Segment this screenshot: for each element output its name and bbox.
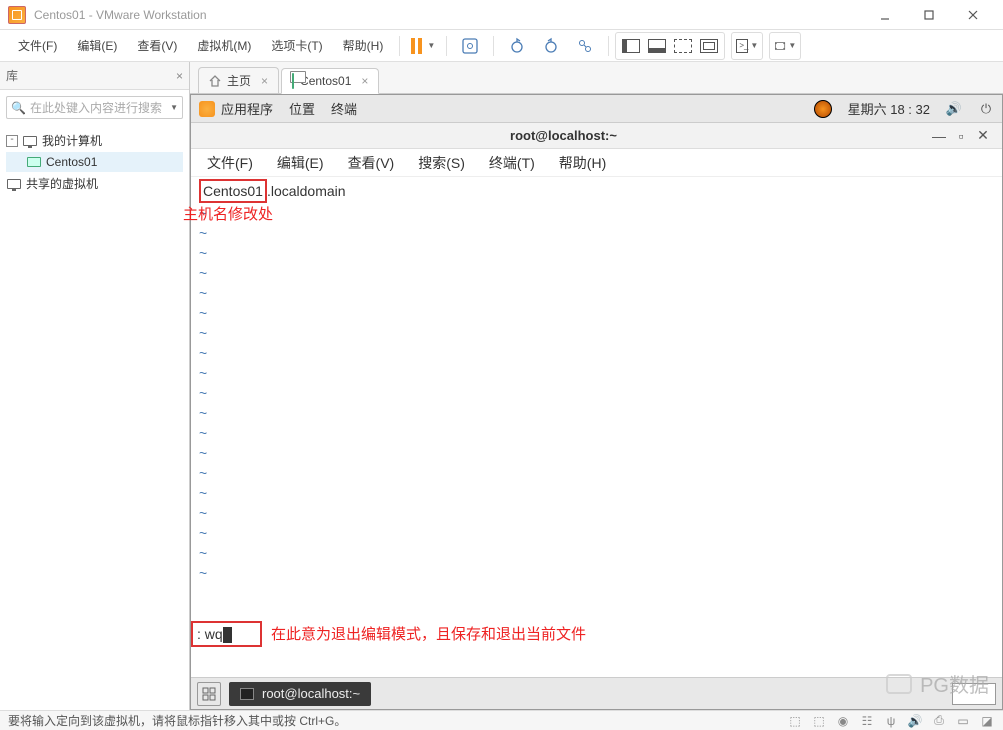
terminal-task-icon: [240, 688, 254, 700]
minimize-button[interactable]: [863, 0, 907, 30]
layout-bottom-icon[interactable]: [646, 35, 668, 57]
term-menu-file[interactable]: 文件(F): [195, 150, 265, 176]
tab-home-close-icon[interactable]: ×: [261, 74, 268, 88]
input-language-indicator[interactable]: [952, 683, 996, 705]
status-sound-icon[interactable]: 🔊: [907, 714, 923, 728]
tab-home[interactable]: 主页 ×: [198, 67, 279, 93]
monitor-icon: [22, 134, 38, 148]
volume-icon[interactable]: 🔊: [946, 101, 962, 117]
tree-vm-centos01[interactable]: Centos01: [6, 152, 183, 172]
snapshot-manager-icon[interactable]: [574, 35, 596, 57]
search-placeholder: 在此处键入内容进行搜索: [30, 99, 162, 116]
gnome-taskbar: root@localhost:~: [191, 677, 1002, 709]
status-message-icon[interactable]: ◪: [979, 714, 995, 728]
fullscreen-icon[interactable]: ▼: [774, 35, 796, 57]
tree-label-my-computer: 我的计算机: [42, 132, 102, 149]
hostname-rest: .localdomain: [267, 183, 346, 199]
terminal-maximize-button[interactable]: ▫: [950, 125, 972, 147]
panel-terminal[interactable]: 终端: [331, 99, 357, 118]
terminal-close-button[interactable]: ✕: [972, 125, 994, 147]
revert-snapshot-icon[interactable]: [540, 35, 562, 57]
terminal-minimize-button[interactable]: —: [928, 125, 950, 147]
term-menu-help[interactable]: 帮助(H): [547, 150, 618, 176]
window-title: Centos01 - VMware Workstation: [34, 8, 863, 22]
vm-icon: [292, 74, 294, 88]
layout-unity-icon[interactable]: [698, 35, 720, 57]
tab-vm[interactable]: Centos01 ×: [281, 68, 379, 94]
search-icon: 🔍: [11, 101, 26, 115]
maximize-button[interactable]: [907, 0, 951, 30]
library-header: 库 ×: [0, 62, 189, 90]
applications-icon: [199, 101, 215, 117]
layout-stretch-icon[interactable]: [672, 35, 694, 57]
home-icon: [209, 75, 221, 87]
terminal-menubar: 文件(F) 编辑(E) 查看(V) 搜索(S) 终端(T) 帮助(H): [191, 149, 1002, 177]
tree-collapse-icon[interactable]: -: [6, 135, 18, 147]
send-ctrlaltdel-icon[interactable]: [459, 35, 481, 57]
tree-label-shared: 共享的虚拟机: [26, 175, 98, 192]
hostname-highlight: Centos01: [199, 179, 267, 203]
vm-tabs: 主页 × Centos01 ×: [190, 62, 1003, 94]
status-usb-icon[interactable]: ψ: [883, 714, 899, 728]
vmware-statusbar: 要将输入定向到该虚拟机，请将鼠标指针移入其中或按 Ctrl+G。 ⬚ ⬚ ◉ ☷…: [0, 710, 1003, 730]
panel-clock[interactable]: 星期六 18 : 32: [848, 99, 930, 118]
term-menu-view[interactable]: 查看(V): [336, 150, 407, 176]
panel-places[interactable]: 位置: [289, 99, 315, 118]
vmware-app-icon: [8, 6, 26, 24]
term-menu-terminal[interactable]: 终端(T): [477, 150, 547, 176]
tree-my-computer[interactable]: - 我的计算机: [6, 129, 183, 152]
tab-vm-close-icon[interactable]: ×: [361, 74, 368, 88]
library-close-icon[interactable]: ×: [176, 69, 183, 83]
status-cd-icon[interactable]: ◉: [835, 714, 851, 728]
notification-icon[interactable]: [814, 100, 832, 118]
menu-file[interactable]: 文件(F): [8, 33, 67, 58]
terminal-titlebar: root@localhost:~ — ▫ ✕: [191, 123, 1002, 149]
term-menu-search[interactable]: 搜索(S): [406, 150, 477, 176]
status-hdd1-icon[interactable]: ⬚: [787, 714, 803, 728]
status-network-icon[interactable]: ☷: [859, 714, 875, 728]
cursor-icon: [223, 627, 232, 643]
terminal-window: root@localhost:~ — ▫ ✕ 文件(F) 编辑(E) 查看(V)…: [191, 123, 1002, 677]
vim-command-line: : wq: [191, 621, 262, 647]
status-hdd2-icon[interactable]: ⬚: [811, 714, 827, 728]
menu-vm[interactable]: 虚拟机(M): [187, 33, 261, 58]
close-button[interactable]: [951, 0, 995, 30]
tab-home-label: 主页: [227, 72, 251, 89]
console-icon[interactable]: >_▼: [736, 35, 758, 57]
menu-help[interactable]: 帮助(H): [333, 33, 394, 58]
panel-applications[interactable]: 应用程序: [199, 99, 273, 118]
annotation-wq: 在此意为退出编辑模式，且保存和退出当前文件: [271, 625, 586, 645]
snapshot-icon[interactable]: [506, 35, 528, 57]
terminal-title: root@localhost:~: [199, 128, 928, 143]
tree-label-vm: Centos01: [46, 155, 97, 169]
status-printer-icon[interactable]: ⎙: [931, 714, 947, 728]
workspace-switcher[interactable]: [197, 682, 221, 706]
tree-shared-vms[interactable]: 共享的虚拟机: [6, 172, 183, 195]
library-sidebar: 库 × 🔍 在此处键入内容进行搜索 ▼ - 我的计算机 Centos01 共享的…: [0, 62, 190, 710]
statusbar-hint: 要将输入定向到该虚拟机，请将鼠标指针移入其中或按 Ctrl+G。: [8, 712, 346, 729]
vm-icon: [26, 155, 42, 169]
annotation-hostname: 主机名修改处: [183, 205, 273, 225]
power-icon[interactable]: ⏻: [978, 101, 994, 117]
menu-view[interactable]: 查看(V): [127, 33, 187, 58]
search-dropdown-icon[interactable]: ▼: [170, 103, 178, 112]
suspend-button[interactable]: ▼: [412, 35, 434, 57]
monitor-icon: [6, 177, 22, 191]
main-menubar: 文件(F) 编辑(E) 查看(V) 虚拟机(M) 选项卡(T) 帮助(H) ▼ …: [0, 30, 1003, 62]
layout-sidebar-icon[interactable]: [620, 35, 642, 57]
library-search-input[interactable]: 🔍 在此处键入内容进行搜索 ▼: [6, 96, 183, 119]
window-titlebar: Centos01 - VMware Workstation: [0, 0, 1003, 30]
term-menu-edit[interactable]: 编辑(E): [265, 150, 336, 176]
taskbar-terminal-button[interactable]: root@localhost:~: [229, 682, 371, 706]
library-title: 库: [6, 67, 18, 84]
terminal-viewport[interactable]: Centos01.localdomain 主机名修改处 ~~~~~~~~~~~~…: [191, 177, 1002, 677]
status-display-icon[interactable]: ▭: [955, 714, 971, 728]
taskbar-label: root@localhost:~: [262, 686, 360, 701]
menu-edit[interactable]: 编辑(E): [67, 33, 127, 58]
gnome-panel: 应用程序 位置 终端 星期六 18 : 32 🔊 ⏻: [191, 95, 1002, 123]
vm-display[interactable]: 应用程序 位置 终端 星期六 18 : 32 🔊 ⏻ root@localhos…: [190, 94, 1003, 710]
tab-vm-label: Centos01: [300, 74, 351, 88]
menu-tabs[interactable]: 选项卡(T): [261, 33, 332, 58]
